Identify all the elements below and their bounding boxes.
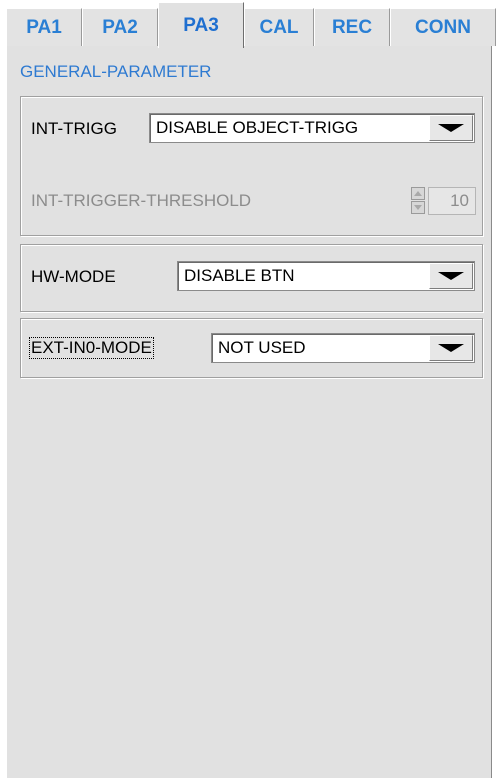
chevron-down-icon (438, 344, 464, 352)
chevron-down-icon (438, 272, 464, 280)
tab-pa1[interactable]: PA1 (6, 8, 82, 46)
int-trigg-group: INT-TRIGG DISABLE OBJECT-TRIGG INT-TRIGG… (20, 96, 483, 236)
spinner-up-icon[interactable] (411, 187, 425, 200)
tab-strip: PA1 PA2 CAL REC CONN (0, 0, 498, 50)
ext-in0-mode-group: EXT-IN0-MODE NOT USED (20, 318, 483, 378)
int-trigger-threshold-label: INT-TRIGGER-THRESHOLD (31, 191, 252, 210)
ext-in0-mode-value: NOT USED (218, 338, 306, 357)
int-trigg-dropdown[interactable]: DISABLE OBJECT-TRIGG (149, 113, 475, 143)
spinner-control[interactable] (411, 187, 425, 215)
ext-in0-mode-label: EXT-IN0-MODE (29, 337, 154, 359)
tab-pa2[interactable]: PA2 (82, 8, 158, 46)
tab-conn[interactable]: CONN (390, 8, 496, 46)
hw-mode-dropdown[interactable]: DISABLE BTN (177, 261, 475, 291)
ext-in0-mode-dropdown[interactable]: NOT USED (211, 333, 475, 363)
int-trigger-threshold-stepper[interactable]: 10 (411, 185, 476, 215)
hw-mode-dropdown-button[interactable] (429, 263, 473, 289)
chevron-down-icon (438, 124, 464, 132)
int-trigg-dropdown-button[interactable] (429, 115, 473, 141)
int-trigg-label: INT-TRIGG (31, 119, 117, 138)
tab-rec[interactable]: REC (314, 8, 390, 46)
hw-mode-value: DISABLE BTN (184, 266, 295, 285)
int-trigg-value: DISABLE OBJECT-TRIGG (156, 118, 359, 137)
hw-mode-group: HW-MODE DISABLE BTN (20, 244, 483, 312)
tab-pa3-active[interactable]: PA3 (158, 2, 244, 48)
section-label-general-parameter: GENERAL-PARAMETER (20, 62, 212, 81)
tab-cal[interactable]: CAL (244, 8, 314, 46)
ext-in0-mode-dropdown-button[interactable] (429, 335, 473, 361)
hw-mode-label: HW-MODE (31, 267, 116, 286)
spinner-down-icon[interactable] (411, 201, 425, 214)
int-trigger-threshold-field[interactable]: 10 (428, 187, 476, 215)
